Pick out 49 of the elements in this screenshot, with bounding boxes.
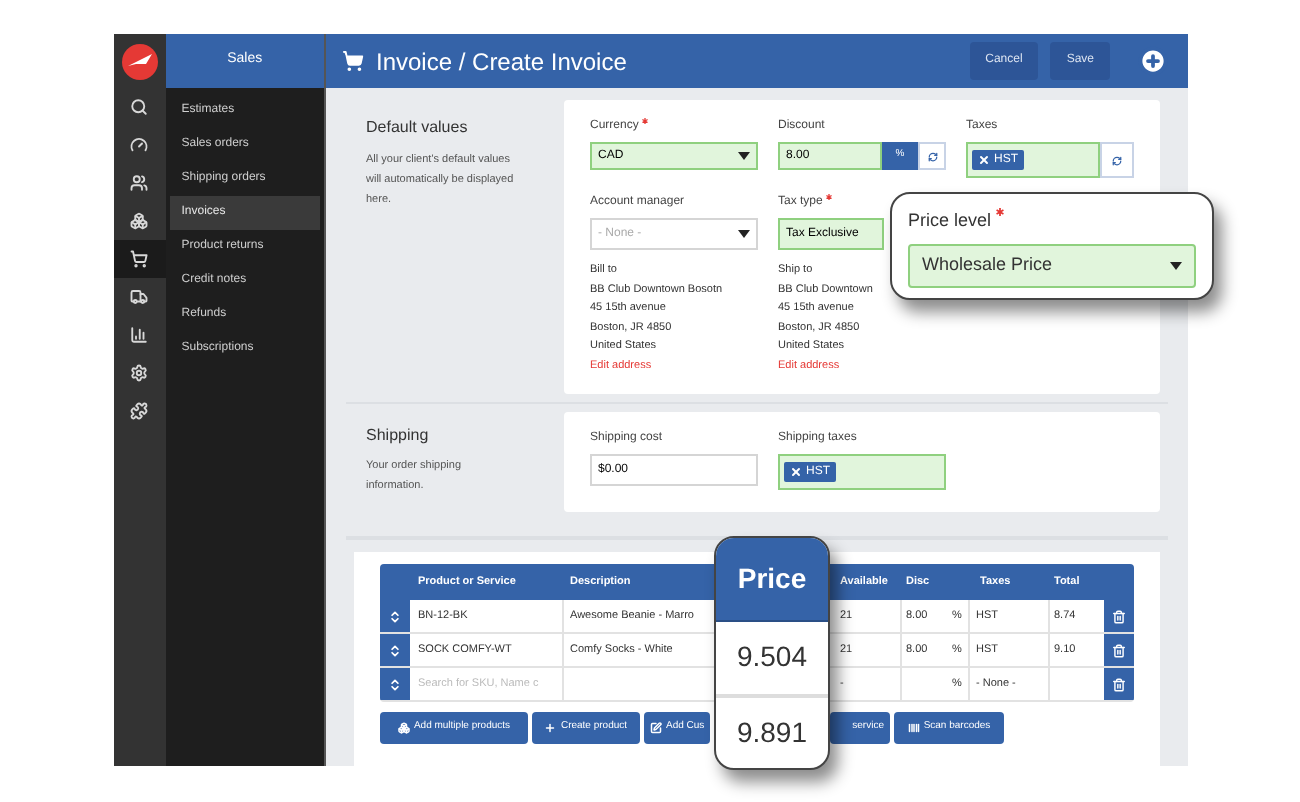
- required-icon: [995, 208, 1004, 216]
- caret-icon: [738, 152, 750, 160]
- refresh-icon: [1112, 155, 1122, 165]
- boxes-icon: [397, 722, 410, 734]
- cart-icon: [342, 50, 364, 72]
- plus-icon: [544, 722, 557, 734]
- logo-icon: [121, 43, 158, 79]
- edit-icon: [650, 722, 662, 734]
- barcode-icon: [907, 722, 920, 734]
- remove-icon[interactable]: [978, 154, 990, 166]
- required-icon: [826, 194, 833, 200]
- bar-chart-icon: [130, 326, 149, 344]
- up-down-arrows-icon: [388, 643, 402, 657]
- price-header: Price: [737, 560, 807, 598]
- price-level-select[interactable]: Wholesale Price: [908, 243, 1196, 287]
- refresh-button[interactable]: [918, 142, 946, 170]
- price-value: 9.891: [736, 713, 808, 752]
- puzzle-icon: [130, 402, 149, 420]
- section-title: Shipping: [366, 424, 431, 448]
- refresh-button[interactable]: [1100, 142, 1134, 178]
- drag-handle[interactable]: [380, 634, 410, 666]
- users-icon: [130, 174, 149, 192]
- refresh-icon: [927, 151, 937, 161]
- truck-icon: [130, 288, 149, 306]
- page-title: Invoice / Create Invoice: [376, 45, 629, 79]
- delete-button[interactable]: [1104, 634, 1134, 666]
- delete-button[interactable]: [1104, 668, 1134, 700]
- drag-handle[interactable]: [380, 668, 410, 700]
- drag-handle[interactable]: [380, 600, 410, 632]
- settings-icon: [130, 364, 149, 382]
- rail-button[interactable]: [114, 240, 166, 278]
- up-down-arrows-icon: [388, 677, 402, 691]
- gauge-icon: [130, 136, 149, 154]
- caret-icon: [738, 230, 750, 238]
- required-icon: [642, 118, 649, 124]
- up-down-arrows-icon: [388, 609, 402, 623]
- search-icon: [130, 98, 149, 116]
- delete-button[interactable]: [1104, 600, 1134, 632]
- price-value: 9.504: [736, 638, 808, 677]
- remove-icon[interactable]: [790, 466, 802, 478]
- trash-icon: [1112, 643, 1126, 657]
- add-icon[interactable]: [1138, 46, 1168, 76]
- cart-icon: [130, 250, 149, 268]
- caret-icon: [1170, 261, 1182, 269]
- section-title: Default values: [366, 116, 470, 140]
- trash-icon: [1112, 609, 1126, 623]
- field-label: Price level: [908, 208, 992, 234]
- boxes-icon: [130, 212, 149, 230]
- trash-icon: [1112, 677, 1126, 691]
